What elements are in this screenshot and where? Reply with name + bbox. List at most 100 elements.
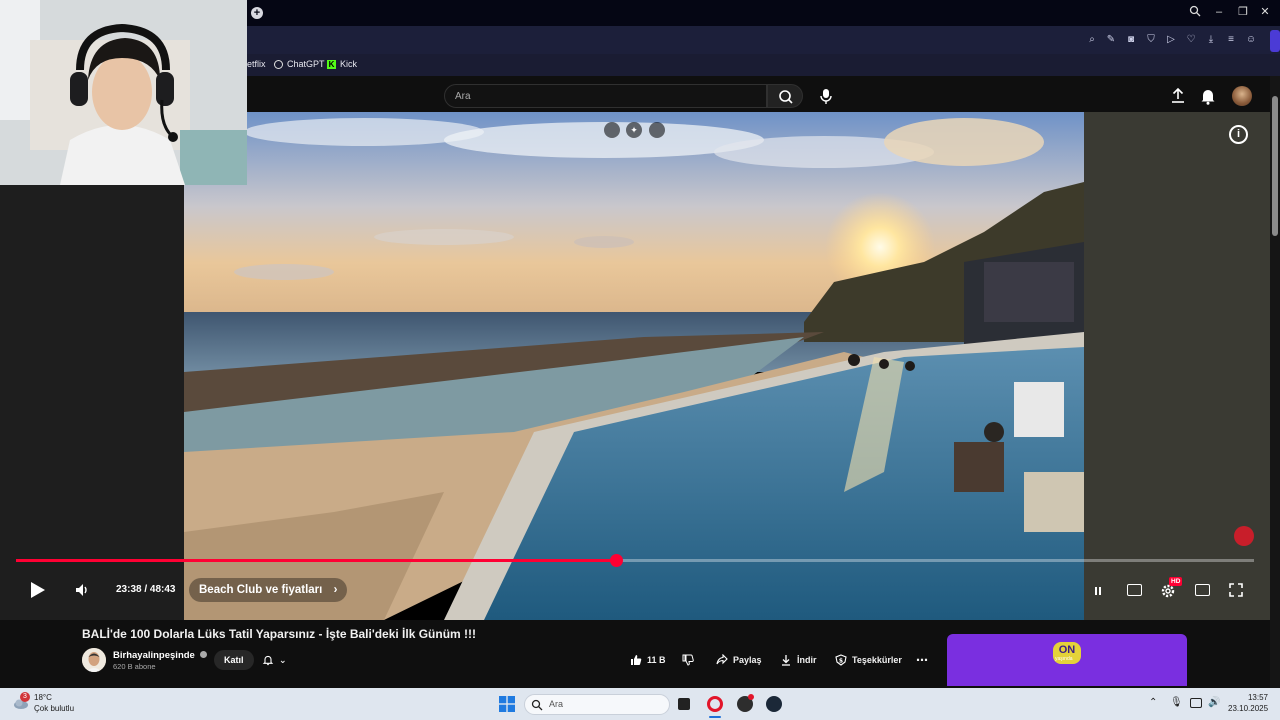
zoom-icon[interactable]: ⌕ [1085, 33, 1099, 47]
promo-logo-text: ON [1058, 644, 1076, 656]
restore-icon[interactable]: ❐ [1236, 5, 1250, 19]
like-button[interactable]: 11 B [630, 650, 666, 670]
steam-icon[interactable] [766, 696, 782, 712]
thumbs-down-icon [682, 654, 694, 666]
bookmark-chatgpt[interactable]: ChatGPT [274, 59, 325, 69]
theater-mode-button[interactable] [1195, 584, 1210, 596]
edit-icon[interactable]: ✎ [1104, 33, 1118, 47]
floating-badge-icon[interactable] [1234, 526, 1254, 546]
volume-icon [76, 584, 87, 596]
profile-icon[interactable]: ☺ [1244, 33, 1258, 47]
download-icon[interactable]: ⤓ [1204, 33, 1218, 47]
channel-avatar[interactable] [82, 648, 106, 672]
taskbar-search-placeholder: Ara [549, 699, 564, 709]
hd-badge: HD [1169, 577, 1183, 586]
clock-time[interactable]: 13:57 [1240, 693, 1268, 702]
voice-search-button[interactable] [815, 85, 837, 107]
speaker-icon[interactable]: 🔊 [1208, 697, 1220, 708]
microphone-icon [820, 89, 832, 104]
thanks-button[interactable]: $ Teşekkürler [835, 650, 902, 670]
task-view-icon[interactable] [678, 698, 690, 710]
progress-scrubber[interactable] [610, 554, 623, 567]
windows-logo-icon [499, 696, 515, 712]
beach-sunset-scene [184, 112, 1084, 620]
notifications-button[interactable] [1198, 86, 1218, 106]
thanks-label: Teşekkürler [852, 655, 902, 665]
time-display: 23:38 / 48:43 [116, 584, 176, 595]
download-icon [782, 655, 790, 666]
bell-icon [1201, 90, 1215, 105]
search-placeholder: Ara [455, 91, 471, 102]
channel-name-text: Birhayalinpeşinde [113, 650, 195, 661]
chevron-down-icon: ⌄ [279, 655, 287, 665]
super-thanks-icon: $ [835, 654, 847, 666]
promo-card[interactable]: ON yaşında [947, 634, 1187, 686]
bookmark-kick[interactable]: K Kick [327, 59, 357, 69]
bookmark-netflix[interactable]: etflix [247, 59, 266, 69]
close-icon[interactable]: ✕ [1258, 5, 1272, 19]
video-title: BALİ'de 100 Dolarla Lüks Tatil Yaparsını… [82, 627, 477, 641]
subscriber-count: 620 B abone [113, 662, 156, 671]
join-button[interactable]: Katıl [214, 650, 254, 670]
sparkle-icon[interactable]: ✦ [626, 122, 642, 138]
streamer-webcam [0, 0, 247, 185]
weather-description: Çok bulutlu [34, 704, 75, 713]
channel-name[interactable]: Birhayalinpeşinde [113, 650, 208, 661]
notification-bell-button[interactable]: ⌄ [262, 650, 287, 670]
miniplayer-icon[interactable] [604, 122, 620, 138]
search-tabs-icon[interactable] [1188, 5, 1202, 19]
shield-icon[interactable]: ⛉ [1144, 33, 1158, 47]
info-button[interactable]: i [1229, 125, 1248, 144]
network-icon[interactable] [1190, 698, 1202, 708]
search-icon [779, 90, 793, 104]
chapter-title: Beach Club ve fiyatları [199, 584, 323, 596]
bookmark-label: etflix [247, 59, 266, 69]
start-button[interactable] [499, 696, 515, 712]
chatgpt-icon [274, 59, 283, 69]
search-input[interactable]: Ara [444, 84, 767, 108]
fullscreen-button[interactable] [1229, 583, 1243, 597]
volume-button[interactable] [74, 583, 90, 597]
play-icon[interactable]: ▷ [1164, 33, 1178, 47]
video-player[interactable]: ✦ i [0, 112, 1270, 620]
download-button[interactable]: İndir [780, 650, 817, 670]
menu-icon[interactable]: ≡ [1224, 33, 1238, 47]
play-icon [31, 582, 45, 598]
play-button[interactable] [28, 581, 46, 599]
svg-text:$: $ [839, 657, 843, 664]
kick-icon: K [327, 59, 336, 69]
weather-badge: 3 [20, 692, 30, 702]
account-avatar[interactable] [1232, 86, 1252, 106]
share-icon [716, 654, 728, 665]
record-icon[interactable] [649, 122, 665, 138]
dislike-button[interactable] [682, 650, 694, 670]
thumbs-up-icon [631, 655, 642, 665]
share-button[interactable]: Paylaş [716, 650, 762, 670]
share-label: Paylaş [733, 655, 762, 665]
clock-date[interactable]: 23.10.2025 [1228, 704, 1268, 713]
subtitles-button[interactable] [1127, 584, 1142, 596]
mic-tray-icon[interactable]: 🎙 [1170, 697, 1183, 708]
weather-temperature: 18°C [34, 693, 52, 702]
video-frame[interactable] [184, 112, 1084, 620]
upload-button[interactable] [1168, 86, 1188, 106]
player-letterbox-left [0, 112, 184, 620]
promo-subtext: yaşında [1055, 656, 1073, 662]
active-app-indicator [709, 716, 721, 718]
heart-icon[interactable]: ♡ [1184, 33, 1198, 47]
like-count: 11 B [647, 655, 666, 665]
minimize-icon[interactable]: – [1212, 5, 1226, 19]
camera-icon[interactable]: ◙ [1124, 33, 1138, 47]
tray-chevron-icon[interactable]: ⌃ [1149, 697, 1157, 708]
opera-icon[interactable] [707, 696, 723, 712]
scrollbar-thumb[interactable] [1272, 96, 1278, 236]
chevron-right-icon: › [333, 584, 338, 596]
more-actions-button[interactable]: ⋯ [916, 650, 928, 670]
more-icon: ⋯ [916, 653, 928, 667]
new-tab-button[interactable]: + [251, 7, 263, 19]
chapter-button[interactable]: Beach Club ve fiyatları › [189, 578, 348, 602]
pause-indicator-icon [1095, 587, 1101, 595]
notification-dot [748, 694, 754, 700]
search-button[interactable] [767, 84, 803, 108]
taskbar-search[interactable]: Ara [524, 694, 670, 715]
